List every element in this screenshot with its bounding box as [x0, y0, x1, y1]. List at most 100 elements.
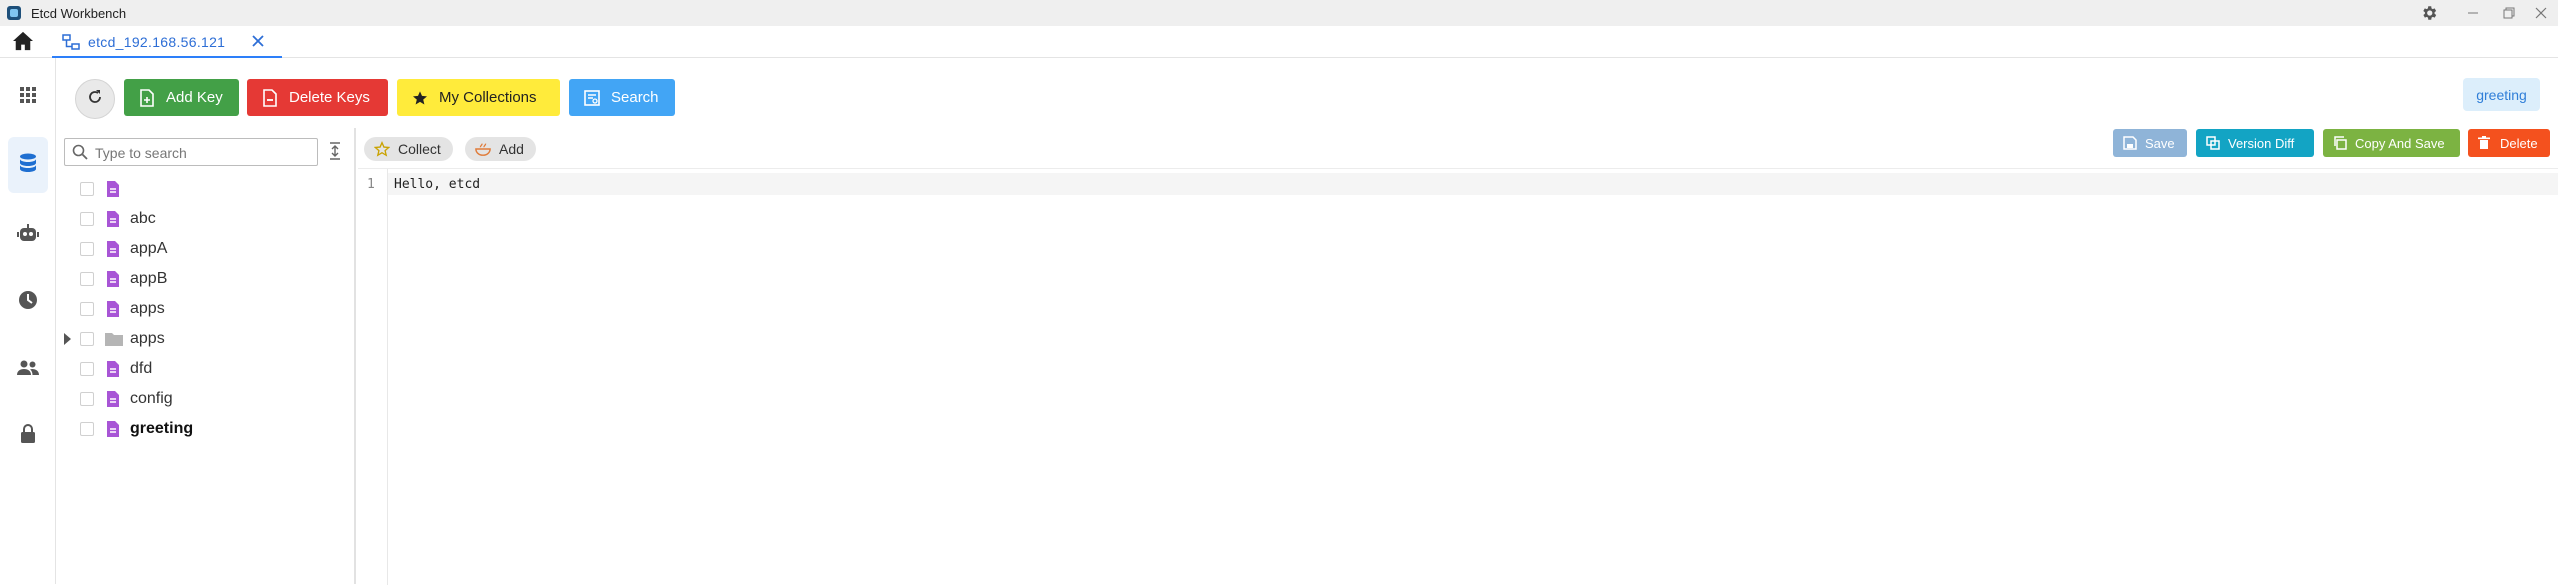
tree-item[interactable]: appB	[56, 264, 352, 294]
search-label: Search	[611, 89, 659, 106]
app-logo-icon	[7, 6, 21, 20]
tab-label: etcd_192.168.56.121	[88, 34, 226, 50]
delete-button[interactable]: Delete	[2468, 129, 2550, 157]
trash-icon	[2478, 136, 2492, 150]
line-number: 1	[367, 177, 375, 192]
search-list-icon	[583, 89, 601, 107]
rail-robot[interactable]	[8, 207, 48, 263]
rail-history[interactable]	[8, 274, 48, 330]
tree-item[interactable]: appA	[56, 234, 352, 264]
add-file-icon	[138, 88, 156, 107]
clock-icon	[18, 290, 38, 315]
collect-label: Collect	[398, 141, 441, 157]
delete-file-icon	[261, 88, 279, 107]
my-collections-label: My Collections	[439, 89, 537, 106]
tree-item-label: apps	[130, 300, 165, 317]
tree-checkbox[interactable]	[80, 272, 94, 286]
file-icon	[104, 210, 122, 228]
file-icon	[104, 360, 122, 378]
refresh-icon	[87, 89, 103, 110]
rail-users[interactable]	[8, 342, 48, 398]
panel-divider[interactable]	[354, 128, 356, 584]
rail-keys[interactable]	[8, 137, 48, 193]
value-editor[interactable]: 1 Hello, etcd	[358, 168, 2558, 585]
expand-arrow-icon[interactable]	[64, 333, 71, 345]
tab-connection[interactable]: etcd_192.168.56.121	[52, 26, 282, 58]
robot-icon	[17, 223, 39, 247]
copy-and-save-button[interactable]: Copy And Save	[2323, 129, 2460, 157]
tree-checkbox[interactable]	[80, 392, 94, 406]
diff-icon	[2206, 136, 2220, 150]
tree-item-selected[interactable]: greeting	[56, 414, 352, 444]
tree-item-label: appB	[130, 270, 168, 287]
delete-keys-label: Delete Keys	[289, 89, 370, 106]
tree-item[interactable]	[56, 174, 352, 204]
collapse-all-icon[interactable]	[328, 142, 344, 162]
tree-item-label: appA	[130, 240, 168, 257]
tree-checkbox[interactable]	[80, 242, 94, 256]
tree-item[interactable]: dfd	[56, 354, 352, 384]
tree-checkbox[interactable]	[80, 212, 94, 226]
minimize-icon[interactable]	[2462, 2, 2484, 24]
star-outline-icon	[374, 141, 390, 157]
active-line-highlight	[388, 173, 2558, 195]
tree-item-label: greeting	[130, 420, 194, 437]
lock-icon	[20, 423, 36, 449]
gear-icon[interactable]	[2418, 2, 2440, 24]
home-icon[interactable]	[12, 31, 36, 53]
tree-folder[interactable]: apps	[56, 324, 352, 354]
selected-key-badge: greeting	[2463, 78, 2540, 111]
tree-search-field[interactable]	[64, 138, 318, 166]
file-icon	[104, 270, 122, 288]
tree-checkbox[interactable]	[80, 422, 94, 436]
tree-item[interactable]: abc	[56, 204, 352, 234]
connection-icon	[62, 34, 80, 55]
save-label: Save	[2145, 135, 2175, 151]
file-icon	[104, 240, 122, 258]
my-collections-button[interactable]: My Collections	[397, 79, 560, 116]
delete-keys-button[interactable]: Delete Keys	[247, 79, 388, 116]
line-gutter: 1	[358, 169, 388, 585]
add-chip-label: Add	[499, 141, 524, 157]
copy-icon	[2333, 136, 2347, 150]
tree-checkbox[interactable]	[80, 182, 94, 196]
editor-content[interactable]: Hello, etcd	[394, 177, 480, 192]
refresh-button[interactable]	[75, 79, 115, 119]
search-icon	[72, 144, 88, 165]
add-key-button[interactable]: Add Key	[124, 79, 239, 116]
version-diff-button[interactable]: Version Diff	[2196, 129, 2314, 157]
title-bar: Etcd Workbench	[0, 0, 2558, 26]
tree-item-label: dfd	[130, 360, 153, 377]
add-chip-button[interactable]: Add	[465, 137, 536, 161]
grid-icon	[19, 86, 37, 109]
add-key-label: Add Key	[166, 89, 223, 106]
tree-item-label: abc	[130, 210, 156, 227]
left-rail	[0, 58, 56, 584]
save-button[interactable]: Save	[2113, 129, 2187, 157]
tree-checkbox[interactable]	[80, 302, 94, 316]
rail-auth[interactable]	[8, 408, 48, 464]
star-icon	[411, 89, 429, 107]
rail-apps[interactable]	[8, 69, 48, 125]
bowl-icon	[475, 141, 491, 157]
collect-button[interactable]: Collect	[364, 137, 453, 161]
tab-strip: etcd_192.168.56.121	[0, 26, 2558, 58]
file-icon	[104, 300, 122, 318]
window-title: Etcd Workbench	[31, 6, 127, 21]
users-icon	[17, 360, 39, 381]
tree-item[interactable]: apps	[56, 294, 352, 324]
tree-item-label: config	[130, 390, 173, 407]
save-icon	[2123, 136, 2137, 150]
tree-search-input[interactable]	[95, 143, 309, 163]
tab-close-icon[interactable]	[252, 30, 264, 53]
file-icon	[104, 180, 122, 198]
restore-icon[interactable]	[2498, 2, 2520, 24]
file-icon	[104, 390, 122, 408]
close-window-icon[interactable]	[2530, 2, 2552, 24]
tree-checkbox[interactable]	[80, 332, 94, 346]
search-button[interactable]: Search	[569, 79, 675, 116]
tree-item[interactable]: config	[56, 384, 352, 414]
folder-icon	[104, 330, 123, 348]
database-icon	[19, 153, 37, 178]
tree-checkbox[interactable]	[80, 362, 94, 376]
